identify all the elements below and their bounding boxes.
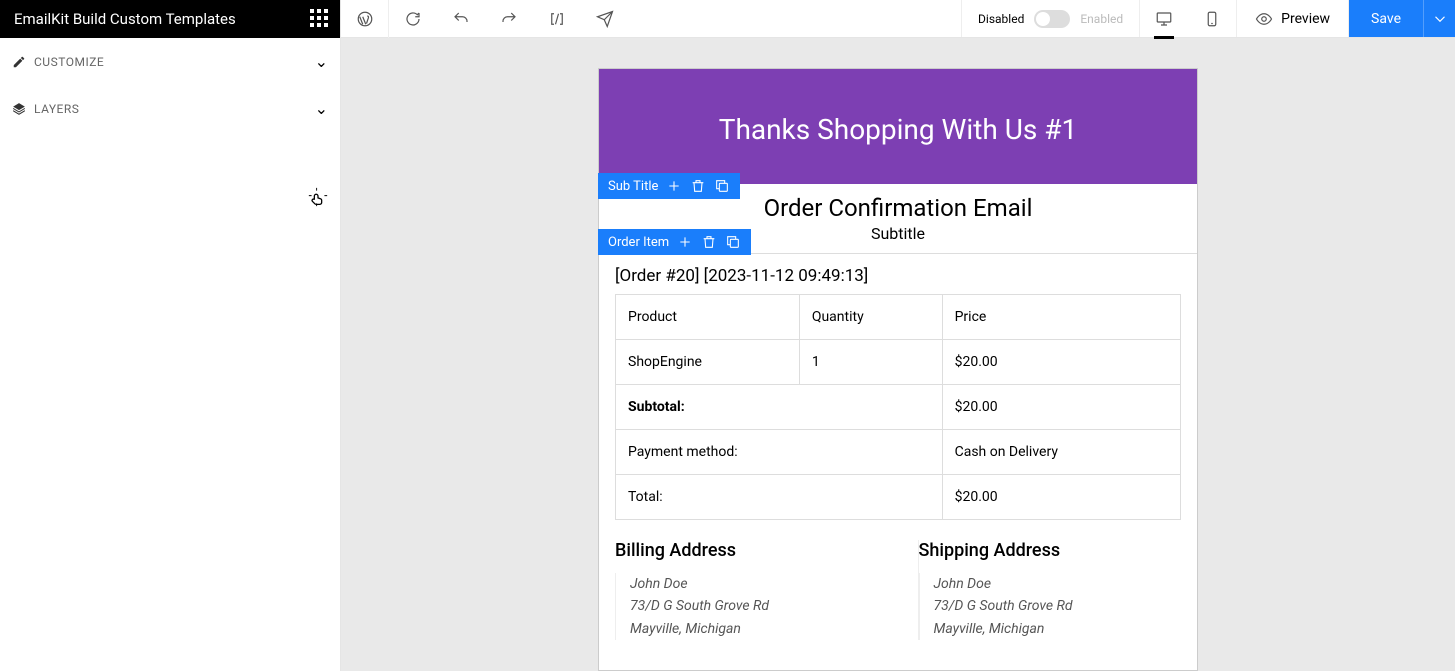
addresses: Billing Address John Doe 73/D G South Gr… bbox=[599, 520, 1197, 640]
toggle-enabled-label: Enabled bbox=[1080, 12, 1123, 26]
pencil-icon bbox=[12, 55, 26, 69]
addr-line: 73/D G South Grove Rd bbox=[934, 595, 1182, 617]
order-meta[interactable]: [Order #20] [2023-11-12 09:49:13] bbox=[599, 266, 1197, 294]
table-summary-row: Subtotal: $20.00 bbox=[616, 385, 1181, 430]
sidebar: EmailKit Build Custom Templates CUSTOMIZ… bbox=[0, 0, 341, 671]
eye-icon bbox=[1255, 10, 1273, 28]
addr-line: John Doe bbox=[630, 573, 878, 595]
main: Disabled Enabled Preview bbox=[341, 0, 1455, 671]
table-summary-row: Total: $20.00 bbox=[616, 475, 1181, 520]
preview-button[interactable]: Preview bbox=[1237, 0, 1349, 37]
cell-price: $20.00 bbox=[942, 340, 1180, 385]
addr-line: Mayville, Michigan bbox=[630, 618, 878, 640]
chevron-down-icon bbox=[1431, 10, 1449, 28]
duplicate-icon[interactable] bbox=[725, 234, 741, 250]
chevron-down-icon: ⌄ bbox=[315, 99, 328, 118]
th-product: Product bbox=[616, 295, 800, 340]
trash-icon[interactable] bbox=[701, 234, 717, 250]
redo-icon bbox=[500, 10, 518, 28]
topbar: Disabled Enabled Preview bbox=[341, 0, 1455, 38]
addr-line: John Doe bbox=[934, 573, 1182, 595]
send-icon bbox=[596, 10, 614, 28]
save-button[interactable]: Save bbox=[1349, 0, 1423, 37]
element-chip-subtitle: Sub Title bbox=[598, 173, 740, 199]
redo-button[interactable] bbox=[485, 0, 533, 38]
addr-line: 73/D G South Grove Rd bbox=[630, 595, 878, 617]
undo-icon bbox=[452, 10, 470, 28]
summary-label: Subtotal: bbox=[616, 385, 943, 430]
duplicate-icon[interactable] bbox=[714, 178, 730, 194]
desktop-view-button[interactable] bbox=[1140, 0, 1188, 38]
send-button[interactable] bbox=[581, 0, 629, 38]
refresh-icon bbox=[404, 10, 422, 28]
panel-layers-label: LAYERS bbox=[34, 102, 79, 116]
cell-product: ShopEngine bbox=[616, 340, 800, 385]
chip-label: Order Item bbox=[608, 235, 669, 250]
email-body: Order Confirmation Email Subtitle [Order… bbox=[599, 194, 1197, 656]
undo-button[interactable] bbox=[437, 0, 485, 38]
table-summary-row: Payment method: Cash on Delivery bbox=[616, 430, 1181, 475]
billing-title: Billing Address bbox=[615, 540, 878, 561]
toggle-disabled-label: Disabled bbox=[978, 12, 1024, 26]
sidebar-header: EmailKit Build Custom Templates bbox=[0, 0, 340, 38]
add-icon[interactable] bbox=[677, 234, 693, 250]
summary-value: Cash on Delivery bbox=[942, 430, 1180, 475]
app-title: EmailKit Build Custom Templates bbox=[14, 10, 236, 28]
th-price: Price bbox=[942, 295, 1180, 340]
table-header-row: Product Quantity Price bbox=[616, 295, 1181, 340]
cursor-icon bbox=[307, 186, 329, 213]
summary-value: $20.00 bbox=[942, 475, 1180, 520]
trash-icon[interactable] bbox=[690, 178, 706, 194]
shipping-address[interactable]: Shipping Address John Doe 73/D G South G… bbox=[918, 540, 1182, 640]
summary-label: Payment method: bbox=[616, 430, 943, 475]
chip-label: Sub Title bbox=[608, 179, 658, 194]
panel-customize[interactable]: CUSTOMIZE ⌄ bbox=[0, 38, 340, 85]
order-table[interactable]: Product Quantity Price ShopEngine 1 $20.… bbox=[615, 294, 1181, 520]
cell-quantity: 1 bbox=[799, 340, 942, 385]
email-hero[interactable]: Thanks Shopping With Us #1 bbox=[599, 69, 1197, 188]
panel-customize-label: CUSTOMIZE bbox=[34, 55, 104, 69]
save-label: Save bbox=[1371, 11, 1401, 27]
panel-layers[interactable]: LAYERS ⌄ bbox=[0, 85, 340, 132]
canvas[interactable]: Thanks Shopping With Us #1 Sub Title Ord… bbox=[341, 38, 1455, 671]
brackets-icon bbox=[548, 10, 566, 28]
summary-value: $20.00 bbox=[942, 385, 1180, 430]
element-chip-orderitem: Order Item bbox=[598, 229, 751, 255]
desktop-icon bbox=[1155, 10, 1173, 28]
chevron-down-icon: ⌄ bbox=[315, 52, 328, 71]
email-frame[interactable]: Thanks Shopping With Us #1 Sub Title Ord… bbox=[598, 68, 1198, 671]
billing-lines: John Doe 73/D G South Grove Rd Mayville,… bbox=[615, 573, 878, 640]
addr-line: Mayville, Michigan bbox=[934, 618, 1182, 640]
wordpress-icon bbox=[356, 10, 374, 28]
table-row: ShopEngine 1 $20.00 bbox=[616, 340, 1181, 385]
mobile-view-button[interactable] bbox=[1188, 0, 1236, 38]
refresh-button[interactable] bbox=[389, 0, 437, 38]
th-quantity: Quantity bbox=[799, 295, 942, 340]
billing-address[interactable]: Billing Address John Doe 73/D G South Gr… bbox=[615, 540, 878, 640]
save-dropdown-button[interactable] bbox=[1423, 0, 1455, 37]
enable-toggle-group: Disabled Enabled bbox=[961, 0, 1139, 37]
shortcode-button[interactable] bbox=[533, 0, 581, 38]
layers-icon bbox=[12, 102, 26, 116]
shipping-lines: John Doe 73/D G South Grove Rd Mayville,… bbox=[919, 573, 1182, 640]
apps-grid-icon[interactable] bbox=[310, 9, 330, 29]
add-icon[interactable] bbox=[666, 178, 682, 194]
enable-toggle[interactable] bbox=[1034, 10, 1070, 28]
device-group bbox=[1139, 0, 1237, 37]
wordpress-button[interactable] bbox=[341, 0, 389, 38]
mobile-icon bbox=[1203, 10, 1221, 28]
preview-label: Preview bbox=[1281, 11, 1330, 27]
shipping-title: Shipping Address bbox=[919, 540, 1182, 561]
summary-label: Total: bbox=[616, 475, 943, 520]
